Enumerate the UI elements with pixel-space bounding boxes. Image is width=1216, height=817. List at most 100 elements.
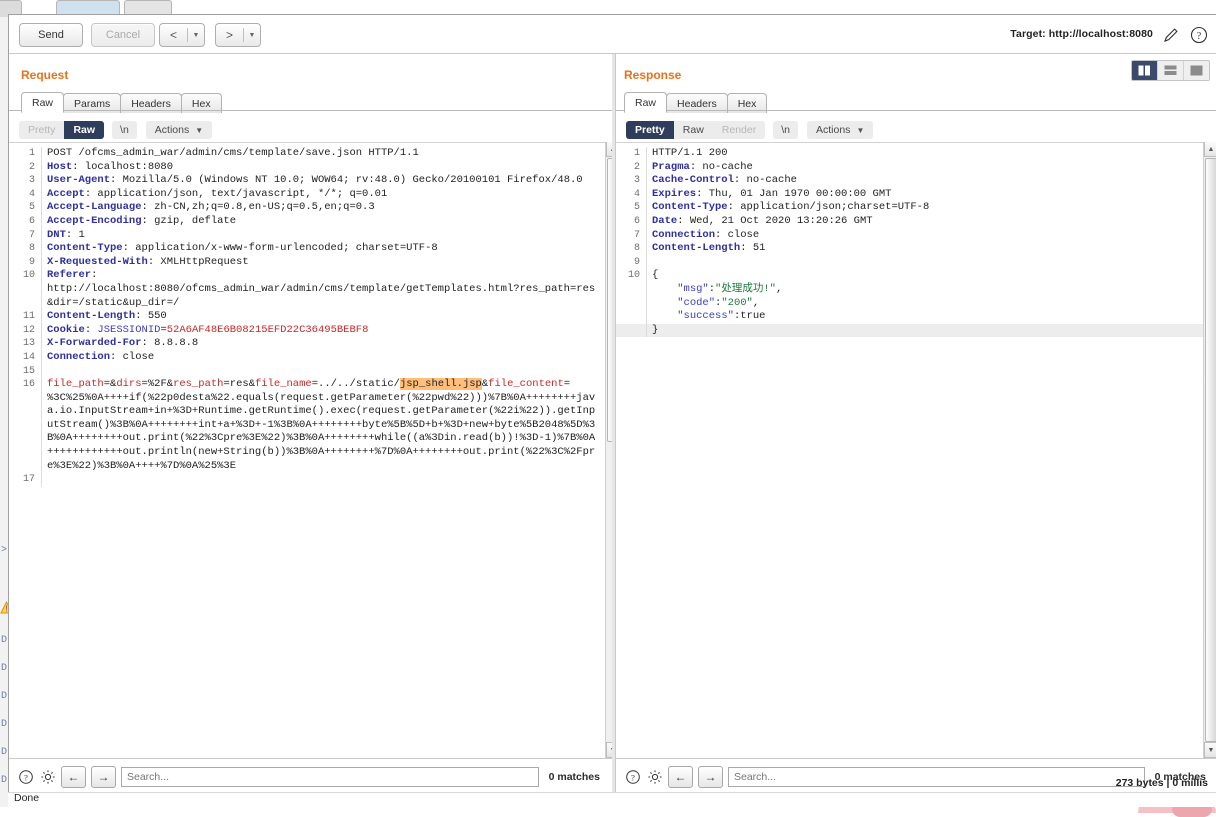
search-prev-button[interactable]: ← <box>61 765 86 788</box>
code-line: 12 Cookie: JSESSIONID=52A6AF48E6B08215EFD… <box>9 323 598 338</box>
code-token: : Wed, 21 Oct 2020 13:20:26 GMT <box>677 214 873 227</box>
code-text: X-Requested-With: XMLHttpRequest <box>41 255 598 270</box>
response-search-input[interactable] <box>728 766 1145 787</box>
previous-request-button[interactable]: < ▼ <box>159 23 205 47</box>
request-pretty-button[interactable]: Pretty <box>19 121 65 139</box>
chevron-down-icon[interactable]: ▼ <box>188 32 204 39</box>
tab-label: Hex <box>737 97 757 110</box>
code-token: Content-Type <box>47 242 123 255</box>
code-token: 52A6AF48E6B08215EFD22C36495BEBF8 <box>166 323 369 336</box>
repeater-toolbar: Send Cancel < ▼ > ▼ Target: http://local… <box>9 15 1216 54</box>
status-message: Done <box>14 792 40 804</box>
code-text: Date: Wed, 21 Oct 2020 13:20:26 GMT <box>646 214 1204 229</box>
tabs-divider <box>9 110 612 111</box>
code-line: 15 <box>9 364 598 379</box>
search-next-button[interactable]: → <box>91 765 116 788</box>
code-line: 7 DNT: 1 <box>9 228 598 243</box>
code-line: 2 Pragma: no-cache <box>616 160 1204 175</box>
code-token: : application/json, text/javascript, */*… <box>84 187 388 200</box>
background-glyph: D <box>1 719 8 730</box>
code-token: "200" <box>721 296 753 309</box>
code-line: "msg":"处理成功!", <box>616 282 1204 297</box>
help-icon[interactable]: ? <box>1189 25 1209 45</box>
code-token: X-Forwarded-For <box>47 337 142 350</box>
stacked-view-icon[interactable] <box>1158 61 1184 80</box>
request-editor[interactable]: 1 POST /ofcms_admin_war/admin/cms/templat… <box>9 142 612 758</box>
response-editor[interactable]: 1 HTTP/1.1 200 2 Pragma: no-cache 3 Cache-Con… <box>616 142 1216 758</box>
line-number: 15 <box>22 365 35 377</box>
line-number: 12 <box>22 324 35 336</box>
code-line: 3 Cache-Control: no-cache <box>616 174 1204 188</box>
code-text: Content-Type: application/json;charset=U… <box>646 201 1204 215</box>
line-number: 2 <box>633 161 640 173</box>
line-number: 6 <box>633 215 640 227</box>
search-settings-gear-icon[interactable] <box>39 768 57 786</box>
request-actions-button[interactable]: Actions ▼ <box>145 121 213 139</box>
request-search-input[interactable] <box>121 766 539 787</box>
status-bar: Done 273 bytes | 0 millis <box>8 777 1216 807</box>
response-actions-button[interactable]: Actions ▼ <box>807 121 874 139</box>
send-button[interactable]: Send <box>19 23 83 47</box>
code-text: HTTP/1.1 200 <box>646 147 1204 161</box>
code-line: 8 Content-Length: 51 <box>616 242 1204 256</box>
code-text: } <box>646 323 1204 338</box>
background-glyph: D <box>1 747 8 758</box>
tab-label: Hex <box>191 97 211 110</box>
code-text: Expires: Thu, 01 Jan 1970 00:00:00 GMT <box>646 187 1204 202</box>
line-number: 8 <box>633 243 640 255</box>
code-token: : close <box>715 228 760 241</box>
scroll-up-icon[interactable]: ▲ <box>1204 142 1216 157</box>
search-prev-button[interactable]: ← <box>668 765 693 788</box>
code-token: : 550 <box>135 310 167 323</box>
response-render-button[interactable]: Render <box>712 121 766 139</box>
line-number: 2 <box>28 161 35 173</box>
code-token: file_name <box>255 378 312 391</box>
split-view-icon[interactable] <box>1132 61 1158 80</box>
response-raw-button[interactable]: Raw <box>673 121 713 139</box>
code-line: 7 Connection: close <box>616 228 1204 243</box>
search-help-icon[interactable]: ? <box>17 768 35 786</box>
code-token: =& <box>103 378 117 391</box>
scrollbar-thumb[interactable] <box>1205 158 1216 742</box>
code-line: 1 HTTP/1.1 200 <box>616 147 1204 161</box>
response-view-mode-group: Pretty Raw Render <box>626 121 766 139</box>
response-vertical-scrollbar[interactable]: ▲ ▼ <box>1203 142 1216 758</box>
code-text: Content-Length: 51 <box>646 242 1204 256</box>
cancel-button[interactable]: Cancel <box>91 23 155 47</box>
send-button-label: Send <box>38 29 64 41</box>
single-view-icon[interactable] <box>1184 61 1209 80</box>
next-request-button[interactable]: > ▼ <box>215 23 261 47</box>
code-text: Connection: close <box>646 228 1204 243</box>
code-token: HTTP/1.1 200 <box>652 147 728 159</box>
request-newline-button[interactable]: \n <box>112 121 137 139</box>
code-line: 16 file_path=&dirs=%2F&res_path=res&file_… <box>9 378 598 474</box>
search-next-button[interactable]: → <box>698 765 723 788</box>
pencil-icon[interactable] <box>1161 25 1181 45</box>
code-text: Accept-Encoding: gzip, deflate <box>41 214 598 229</box>
code-line: "code":"200", <box>616 296 1204 311</box>
code-text: Content-Type: application/x-www-form-url… <box>41 242 598 256</box>
code-line: 11 Content-Length: 550 <box>9 310 598 324</box>
request-raw-button[interactable]: Raw <box>64 121 105 139</box>
code-line: 2 Host: localhost:8080 <box>9 160 598 175</box>
response-newline-button[interactable]: \n <box>773 121 798 139</box>
search-settings-gear-icon[interactable] <box>646 768 664 786</box>
code-token: , <box>752 296 760 309</box>
search-help-icon[interactable]: ? <box>624 768 642 786</box>
chevron-down-icon[interactable]: ▼ <box>244 32 260 39</box>
tab-response-raw[interactable]: Raw <box>624 92 668 113</box>
response-pretty-button[interactable]: Pretty <box>626 121 674 139</box>
response-pane: Response Raw Headers Hex Pretty Raw Rend… <box>615 54 1216 794</box>
code-token: : gzip, deflate <box>141 214 237 227</box>
request-title: Request <box>21 68 69 82</box>
code-token: } <box>652 323 659 336</box>
background-glyph: D <box>1 775 8 786</box>
code-token: Accept-Language <box>47 201 142 214</box>
line-number: 1 <box>28 148 35 159</box>
tab-request-raw[interactable]: Raw <box>21 92 65 113</box>
code-line: 10 { <box>616 269 1204 283</box>
code-token: : 8.8.8.8 <box>141 337 199 350</box>
line-number: 4 <box>28 188 35 200</box>
scroll-down-icon[interactable]: ▼ <box>1204 742 1216 758</box>
line-number: 8 <box>28 243 35 255</box>
